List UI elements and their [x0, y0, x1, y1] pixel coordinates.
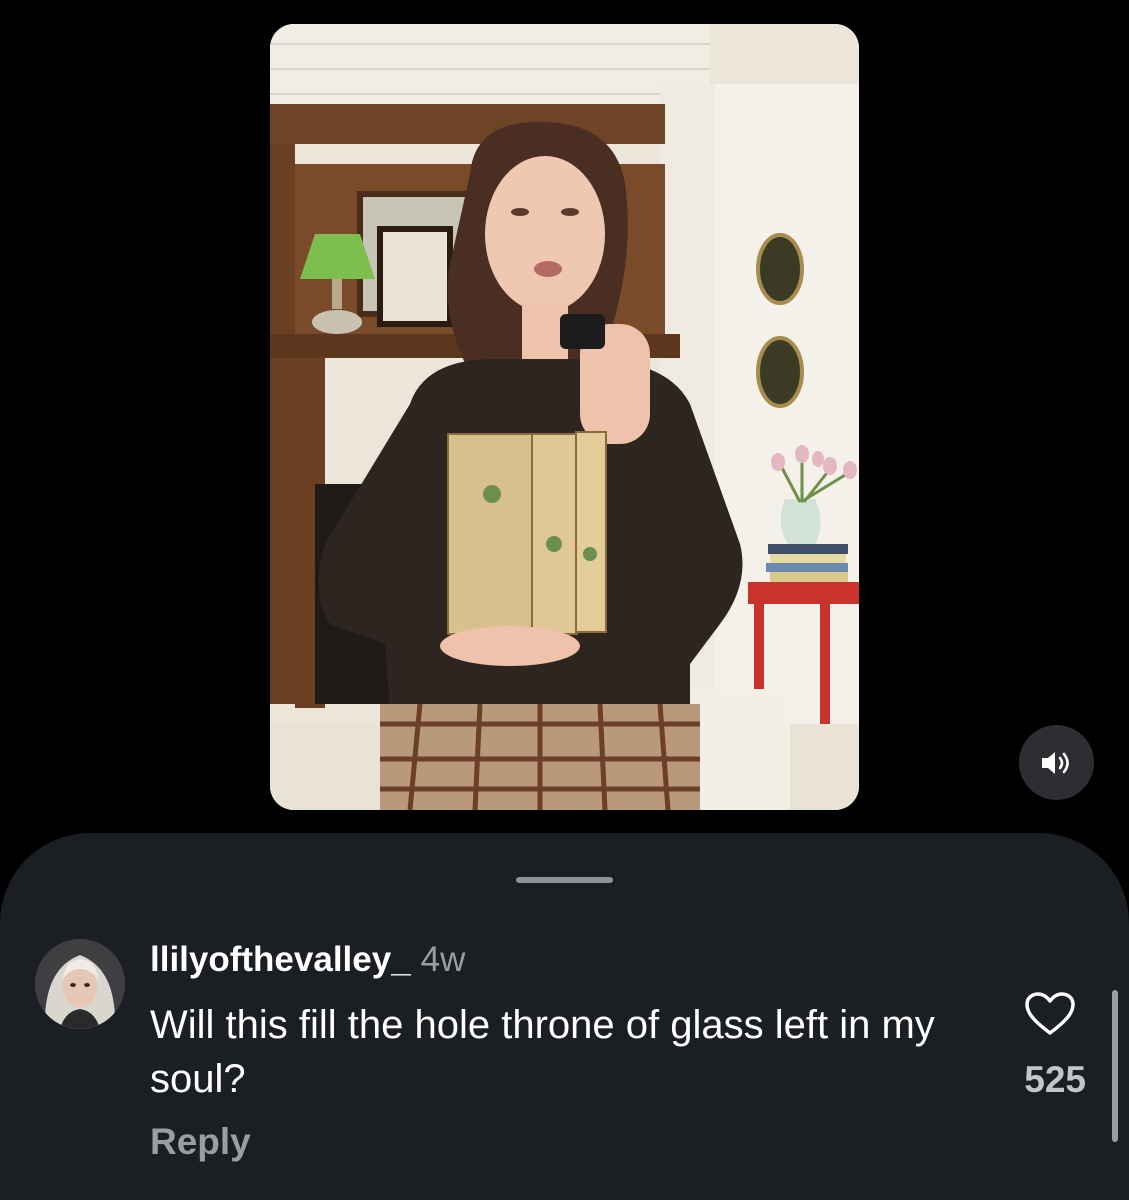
- comment-header: llilyofthevalley_ 4w: [150, 939, 465, 981]
- sheet-grabber-handle[interactable]: [516, 877, 613, 883]
- comment-username[interactable]: llilyofthevalley_: [150, 940, 411, 979]
- sound-toggle-button[interactable]: [1019, 725, 1094, 800]
- comments-sheet: llilyofthevalley_ 4w Will this fill the h…: [0, 833, 1129, 1200]
- like-button[interactable]: [1024, 991, 1076, 1037]
- comment-text: Will this fill the hole throne of glass …: [150, 1003, 935, 1101]
- screen: llilyofthevalley_ 4w Will this fill the h…: [0, 0, 1129, 1200]
- video-player[interactable]: [270, 24, 859, 810]
- heart-icon: [1025, 992, 1075, 1035]
- avatar-image: [35, 939, 125, 1029]
- avatar[interactable]: [35, 939, 125, 1029]
- reply-button[interactable]: Reply: [150, 1121, 251, 1163]
- comment-timestamp: 4w: [420, 940, 466, 979]
- video-frame-image: [270, 24, 859, 810]
- like-count: 525: [1024, 1059, 1086, 1100]
- scrollbar[interactable]: [1112, 990, 1118, 1142]
- speaker-icon: [1041, 751, 1069, 774]
